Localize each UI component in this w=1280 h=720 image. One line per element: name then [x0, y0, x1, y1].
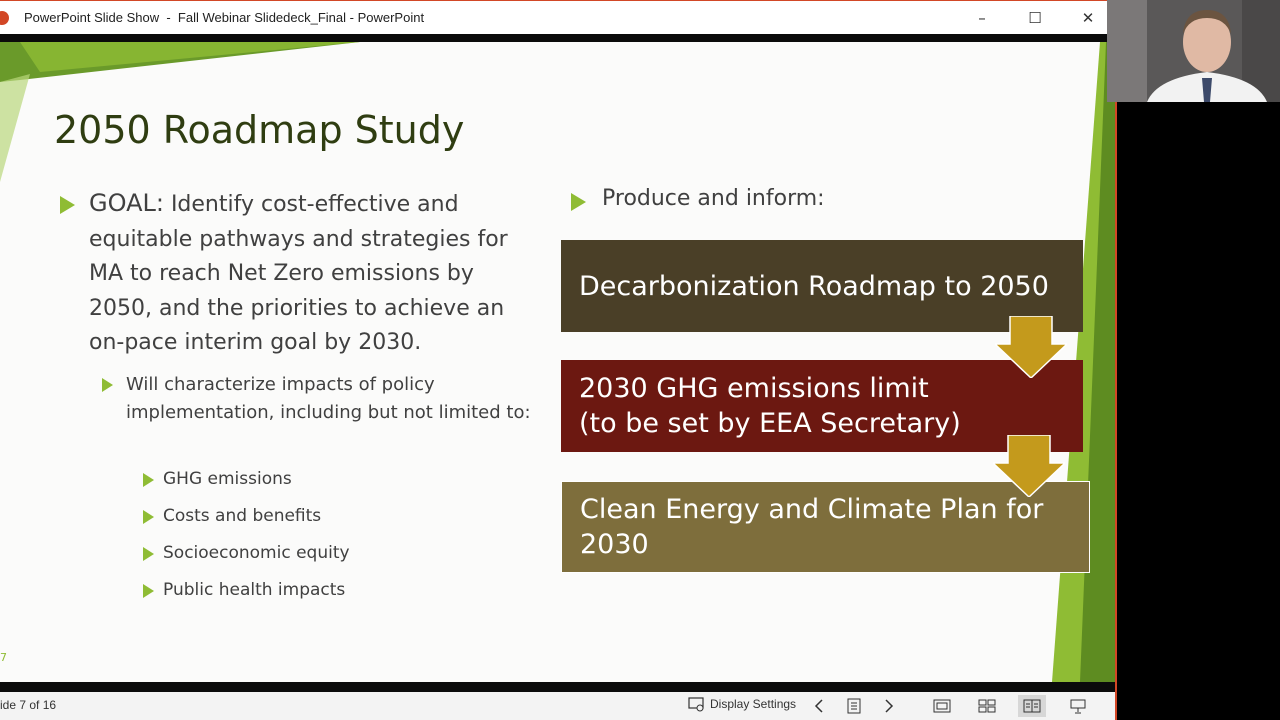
presenter-video	[1107, 0, 1280, 102]
slide-sorter-icon	[847, 698, 861, 714]
bullet-icon	[143, 473, 154, 487]
webcam-feed	[1107, 0, 1280, 102]
right-black-panel	[1115, 0, 1280, 720]
slide-number: 7	[0, 651, 7, 664]
powerpoint-app-icon	[0, 11, 9, 25]
minimize-button[interactable]: –	[967, 7, 997, 29]
bullet-icon	[143, 510, 154, 524]
down-arrow-icon	[995, 316, 1067, 378]
normal-view-icon	[933, 699, 951, 713]
presenter-status-bar: ide 7 of 16 Display Settings	[0, 692, 1115, 720]
bullet-icon	[143, 584, 154, 598]
slideshow-icon	[1070, 699, 1086, 714]
down-arrow-icon	[993, 435, 1065, 497]
normal-view-button[interactable]	[928, 695, 956, 717]
goal-label: GOAL:	[89, 189, 164, 217]
previous-slide-button[interactable]	[805, 695, 833, 717]
impact-item: GHG emissions	[163, 469, 292, 489]
previous-icon	[814, 699, 823, 713]
produce-label: Produce and inform:	[602, 186, 825, 211]
impact-item: Public health impacts	[163, 580, 346, 600]
next-icon	[885, 699, 894, 713]
display-settings-icon	[688, 697, 704, 712]
sub-bullet-text: Will characterize impacts of policy impl…	[126, 374, 531, 423]
grid-view-button[interactable]	[973, 695, 1001, 717]
goal-paragraph: GOAL: Identify cost-effective and equita…	[89, 186, 539, 361]
bullet-icon	[571, 193, 586, 211]
window-border	[1115, 0, 1117, 720]
impact-item: Costs and benefits	[163, 506, 322, 526]
slide-title: 2050 Roadmap Study	[54, 108, 465, 152]
bullet-icon	[102, 378, 113, 392]
impact-item: Socioeconomic equity	[163, 543, 350, 563]
grid-view-icon	[978, 699, 996, 713]
top-divider	[0, 34, 1107, 42]
bottom-divider	[0, 682, 1115, 692]
reading-view-button[interactable]	[1018, 695, 1046, 717]
slide-canvas: 2050 Roadmap Study GOAL: Identify cost-e…	[0, 42, 1115, 682]
display-settings-label: Display Settings	[710, 697, 797, 711]
bullet-icon	[60, 196, 75, 214]
reading-view-icon	[1023, 699, 1041, 713]
window-title: PowerPoint Slide Show - Fall Webinar Sli…	[24, 10, 425, 25]
window-title-bar: PowerPoint Slide Show - Fall Webinar Sli…	[0, 0, 1107, 34]
slide-counter: ide 7 of 16	[0, 698, 57, 712]
slideshow-button[interactable]	[1064, 695, 1092, 717]
slide-sorter-button[interactable]	[840, 695, 868, 717]
close-button[interactable]: ✕	[1073, 7, 1103, 29]
next-slide-button[interactable]	[875, 695, 903, 717]
maximize-button[interactable]: ☐	[1020, 7, 1050, 29]
display-settings-button[interactable]: Display Settings	[688, 696, 796, 712]
bullet-icon	[143, 547, 154, 561]
